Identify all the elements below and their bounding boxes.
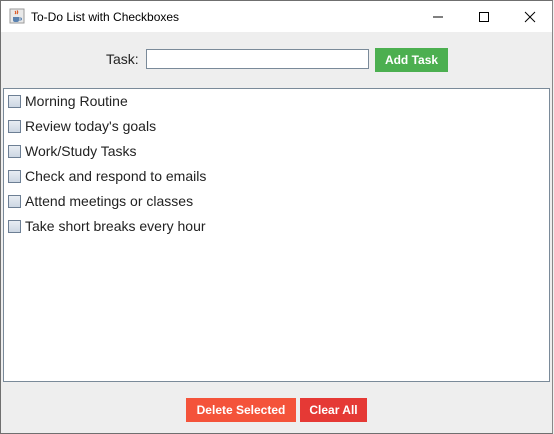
app-window: To-Do List with Checkboxes Task: Add Tas… [0, 0, 553, 434]
close-icon [524, 11, 536, 22]
task-item[interactable]: Attend meetings or classes [8, 191, 193, 211]
task-form: Task: Add Task [1, 32, 552, 87]
task-item[interactable]: Take short breaks every hour [8, 216, 206, 236]
task-label-text[interactable]: Attend meetings or classes [25, 193, 193, 209]
task-item[interactable]: Check and respond to emails [8, 166, 206, 186]
task-label-text[interactable]: Morning Routine [25, 93, 128, 109]
maximize-icon [479, 11, 489, 22]
title-bar[interactable]: To-Do List with Checkboxes [1, 1, 552, 32]
task-checkbox[interactable] [8, 119, 21, 133]
task-item[interactable]: Work/Study Tasks [8, 141, 137, 161]
maximize-button[interactable] [461, 1, 507, 32]
task-label-text[interactable]: Check and respond to emails [25, 168, 206, 184]
window-title: To-Do List with Checkboxes [31, 10, 180, 24]
add-task-button[interactable]: Add Task [375, 48, 448, 72]
minimize-icon [433, 16, 443, 17]
delete-selected-button[interactable]: Delete Selected [186, 398, 296, 422]
task-item[interactable]: Morning Routine [8, 91, 128, 111]
task-checkbox[interactable] [8, 219, 21, 233]
task-checkbox[interactable] [8, 194, 21, 208]
clear-all-button[interactable]: Clear All [300, 398, 367, 422]
task-label-text[interactable]: Review today's goals [25, 118, 156, 134]
task-checkbox[interactable] [8, 94, 21, 108]
java-cup-icon [9, 8, 25, 24]
task-label-text[interactable]: Work/Study Tasks [25, 143, 137, 159]
task-checkbox[interactable] [8, 169, 21, 183]
task-input[interactable] [146, 49, 369, 69]
task-list[interactable]: Morning Routine Review today's goals Wor… [3, 88, 550, 382]
task-item[interactable]: Review today's goals [8, 116, 156, 136]
close-button[interactable] [507, 1, 553, 32]
task-label-text[interactable]: Take short breaks every hour [25, 218, 206, 234]
task-label: Task: [106, 51, 139, 67]
minimize-button[interactable] [415, 1, 461, 32]
task-checkbox[interactable] [8, 144, 21, 158]
